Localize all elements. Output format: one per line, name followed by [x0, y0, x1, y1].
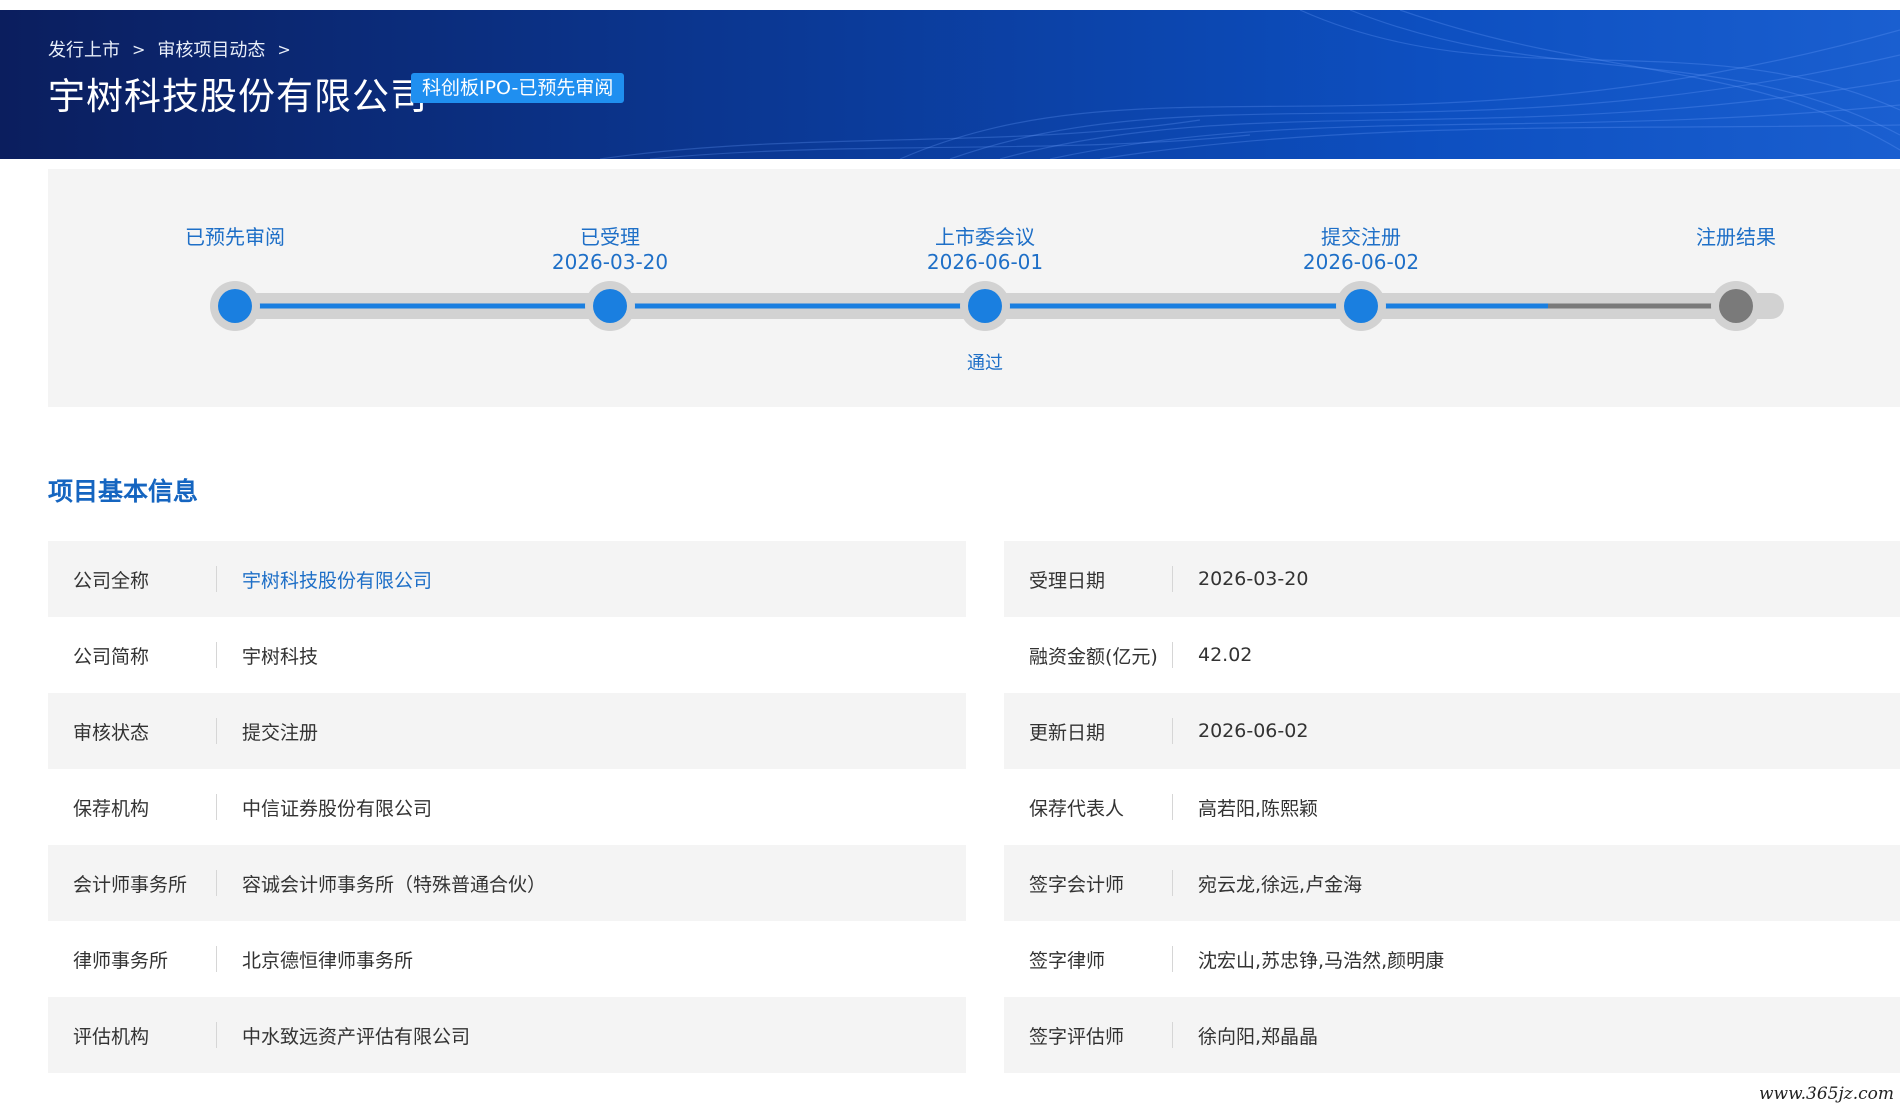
info-row-appraisal-firm: 评估机构 中水致远资产评估有限公司	[48, 997, 966, 1073]
progress-panel: 已预先审阅 已受理 2026-03-20 上市委会议 2026-06-01 提交…	[48, 169, 1900, 407]
info-value: 高若阳,陈熙颖	[1198, 797, 1319, 820]
info-row-signing-accountants: 签字会计师 宛云龙,徐远,卢金海	[1004, 845, 1900, 921]
info-row-signing-lawyers: 签字律师 沈宏山,苏忠铮,马浩然,颜明康	[1004, 921, 1900, 997]
watermark: www.365jz.com	[1759, 1084, 1894, 1104]
step-title: 提交注册	[1320, 225, 1401, 249]
info-key: 受理日期	[1029, 569, 1106, 592]
step-label-4: 提交注册 2026-06-02	[1303, 225, 1419, 275]
info-table-left: 公司全称 宇树科技股份有限公司 公司简称 宇树科技 审核状态 提交注册 保荐机构…	[48, 541, 966, 1073]
breadcrumb-separator-icon: >	[132, 39, 146, 59]
info-key: 审核状态	[73, 721, 150, 744]
info-value: 宇树科技	[242, 645, 319, 668]
info-row-law-firm: 律师事务所 北京德恒律师事务所	[48, 921, 966, 997]
info-key: 签字评估师	[1029, 1025, 1125, 1048]
info-value: 宛云龙,徐远,卢金海	[1198, 873, 1363, 896]
step-note-3: 通过	[967, 353, 1003, 374]
info-table-right: 受理日期 2026-03-20 融资金额(亿元) 42.02 更新日期 2026…	[1004, 541, 1900, 1073]
info-row-accounting-firm: 会计师事务所 容诚会计师事务所（特殊普通合伙）	[48, 845, 966, 921]
step-title: 上市委会议	[934, 225, 1035, 249]
step-date: 2026-06-02	[1302, 250, 1420, 274]
step-node-1	[210, 281, 260, 331]
step-title: 注册结果	[1696, 225, 1776, 249]
info-key: 律师事务所	[73, 949, 169, 972]
info-key: 签字律师	[1029, 949, 1106, 972]
info-key: 保荐机构	[73, 797, 150, 820]
company-fullname-link[interactable]: 宇树科技股份有限公司	[217, 566, 432, 593]
info-row-company-shortname: 公司简称 宇树科技	[48, 617, 966, 693]
info-row-financing-amount: 融资金额(亿元) 42.02	[1004, 617, 1900, 693]
step-node-2	[585, 281, 635, 331]
info-value: 提交注册	[242, 721, 319, 744]
header-banner: 发行上市 > 审核项目动态 > 宇树科技股份有限公司 科创板IPO-已预先审阅	[0, 10, 1900, 159]
info-key: 公司简称	[73, 645, 150, 668]
info-key: 签字会计师	[1029, 873, 1125, 896]
info-key: 评估机构	[73, 1025, 150, 1048]
info-row-review-status: 审核状态 提交注册	[48, 693, 966, 769]
info-key: 会计师事务所	[73, 873, 188, 896]
breadcrumb: 发行上市 > 审核项目动态 >	[48, 36, 303, 62]
info-row-sponsor: 保荐机构 中信证券股份有限公司	[48, 769, 966, 845]
step-date: 2026-03-20	[551, 250, 669, 274]
info-key: 更新日期	[1029, 721, 1106, 744]
step-label-1: 已预先审阅	[185, 225, 285, 250]
breadcrumb-separator-icon: >	[277, 39, 291, 59]
info-key: 公司全称	[73, 569, 150, 592]
step-label-3: 上市委会议 2026-06-01	[927, 225, 1043, 275]
info-key: 保荐代表人	[1029, 797, 1125, 820]
info-row-update-date: 更新日期 2026-06-02	[1004, 693, 1900, 769]
info-value: 42.02	[1198, 644, 1253, 666]
info-row-accept-date: 受理日期 2026-03-20	[1004, 541, 1900, 617]
info-value: 2026-03-20	[1198, 568, 1309, 590]
info-value: 徐向阳,郑晶晶	[1198, 1025, 1319, 1048]
step-node-4	[1336, 281, 1386, 331]
info-row-sponsor-reps: 保荐代表人 高若阳,陈熙颖	[1004, 769, 1900, 845]
info-row-signing-appraisers: 签字评估师 徐向阳,郑晶晶	[1004, 997, 1900, 1073]
step-title: 已预先审阅	[185, 225, 285, 249]
breadcrumb-item-listing[interactable]: 发行上市	[48, 36, 120, 62]
info-key: 融资金额(亿元)	[1029, 645, 1158, 668]
page-title: 宇树科技股份有限公司	[48, 75, 428, 118]
breadcrumb-item-review-dynamics[interactable]: 审核项目动态	[157, 36, 265, 62]
info-value: 2026-06-02	[1198, 720, 1309, 742]
info-value: 中水致远资产评估有限公司	[242, 1025, 471, 1048]
info-value: 沈宏山,苏忠铮,马浩然,颜明康	[1198, 949, 1445, 972]
step-title: 已受理	[579, 225, 640, 249]
step-date: 2026-06-01	[926, 250, 1044, 274]
info-value: 北京德恒律师事务所	[242, 949, 414, 972]
status-badge: 科创板IPO-已预先审阅	[411, 73, 625, 103]
step-node-3	[960, 281, 1010, 331]
info-value: 容诚会计师事务所（特殊普通合伙）	[242, 873, 547, 896]
step-label-5: 注册结果	[1696, 225, 1776, 250]
section-title: 项目基本信息	[48, 477, 199, 506]
step-label-2: 已受理 2026-03-20	[552, 225, 668, 275]
info-row-company-fullname: 公司全称 宇树科技股份有限公司	[48, 541, 966, 617]
info-value: 中信证券股份有限公司	[242, 797, 433, 820]
step-node-5	[1711, 281, 1761, 331]
